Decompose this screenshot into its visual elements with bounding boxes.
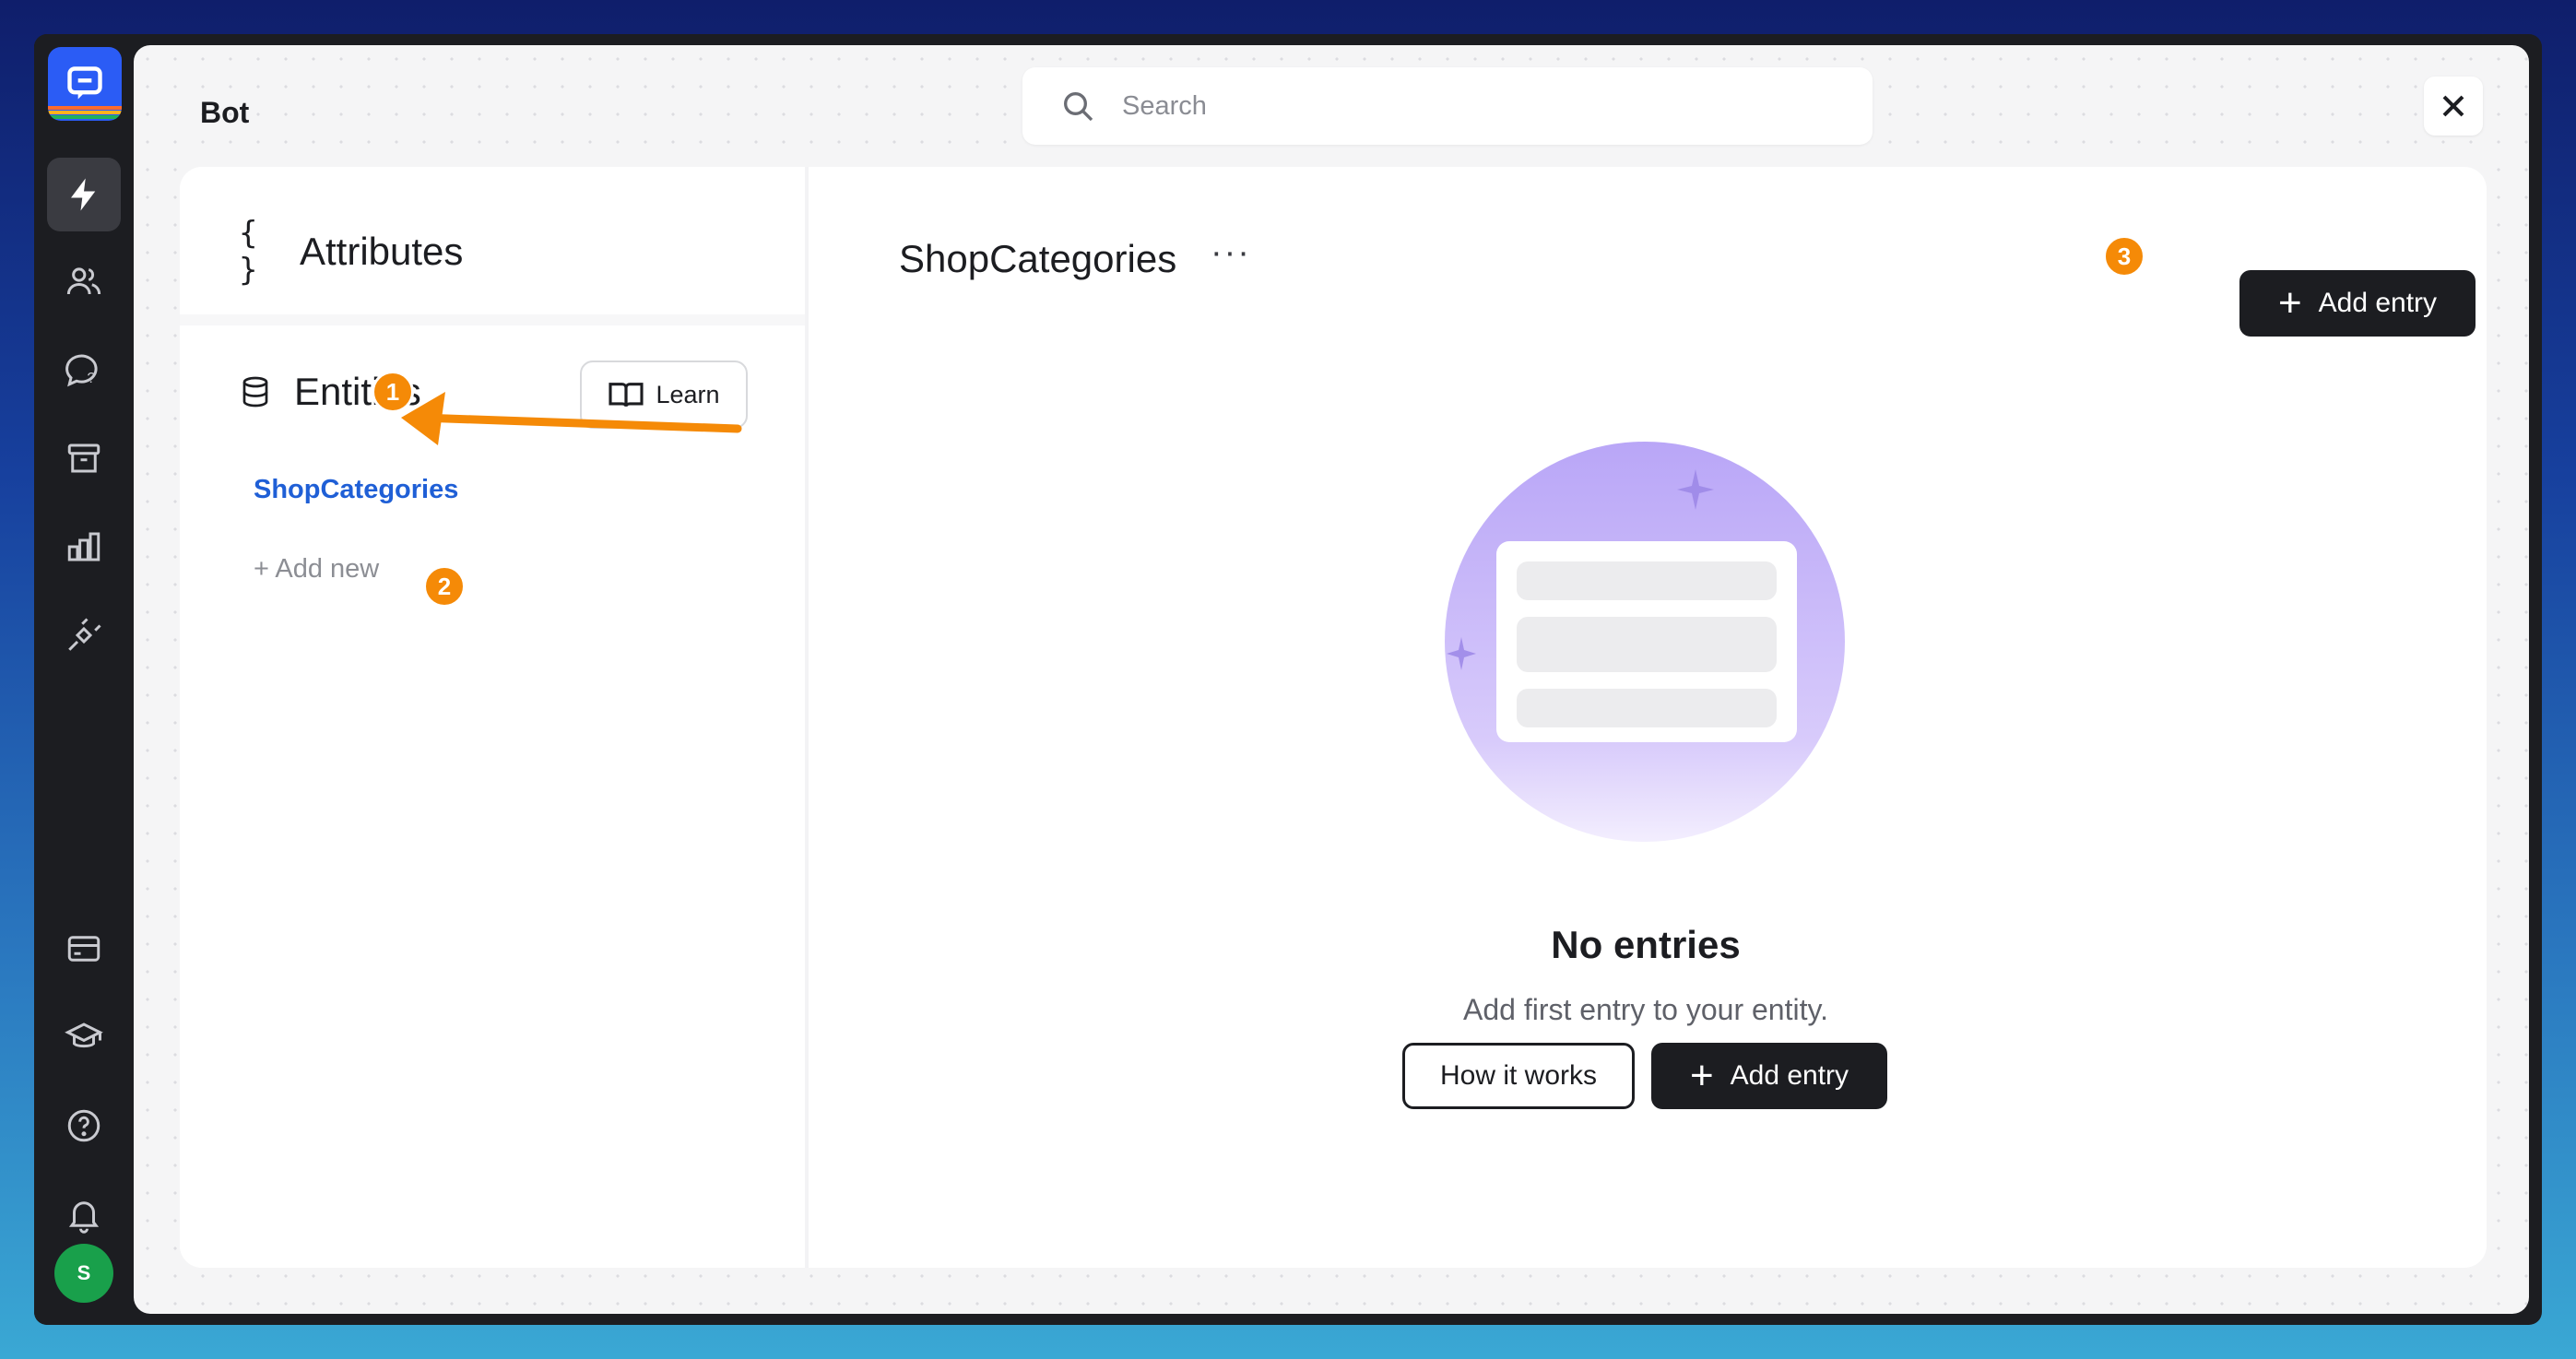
plus-icon: + [2277, 280, 2302, 325]
search-input[interactable] [1120, 89, 1825, 123]
automation-icon[interactable] [47, 158, 121, 231]
close-icon [2442, 95, 2464, 117]
icon-rail: ? S [34, 34, 134, 1325]
how-it-works-button[interactable]: How it works [1402, 1043, 1635, 1109]
archives-icon[interactable] [47, 421, 121, 495]
annotation-badge-2: 2 [423, 565, 466, 608]
learn-button[interactable]: Learn [580, 360, 748, 429]
empty-state-subtitle: Add first entry to your entity. [1462, 993, 1828, 1026]
chats-icon[interactable]: ? [47, 333, 121, 407]
database-icon [242, 376, 268, 408]
plus-icon: + [1689, 1053, 1714, 1098]
billing-icon[interactable] [47, 912, 121, 986]
book-icon [609, 383, 644, 407]
integrations-icon[interactable] [47, 598, 121, 672]
entity-item-shopcategories[interactable]: ShopCategories [254, 475, 458, 505]
chat-logo-icon [67, 66, 102, 100]
annotation-badge-1: 1 [372, 371, 414, 413]
notifications-icon[interactable] [47, 1177, 121, 1251]
annotation-badge-3: 3 [2103, 235, 2145, 278]
entity-title: ShopCategories [899, 237, 1177, 280]
app-logo[interactable] [48, 47, 122, 121]
app-window: ? S Bot Search {} Attributes Entities L… [34, 34, 2542, 1325]
reports-icon[interactable] [47, 510, 121, 584]
user-avatar[interactable]: S [54, 1244, 113, 1303]
add-new-entity-link[interactable]: + Add new [254, 554, 379, 585]
add-entry-button[interactable]: + Add entry [2239, 270, 2476, 337]
search-icon [1064, 92, 1093, 122]
left-sidebar: { } Attributes Entities Learn ShopCatego… [180, 167, 809, 1268]
more-options-icon[interactable]: ··· [1211, 233, 1251, 273]
add-entry-label-secondary: Add entry [1730, 1060, 1849, 1091]
content-panel: { } Attributes Entities Learn ShopCatego… [180, 167, 2487, 1268]
customers-icon[interactable] [47, 244, 121, 318]
help-icon[interactable] [47, 1089, 121, 1163]
attributes-label: Attributes [300, 230, 464, 273]
close-button[interactable] [2424, 77, 2483, 136]
empty-state-illustration [1445, 442, 1845, 842]
add-entry-button-secondary[interactable]: + Add entry [1651, 1043, 1887, 1109]
search-bar[interactable] [1022, 67, 1873, 145]
page-title: Bot [200, 96, 250, 129]
main-stage: Bot { } Attributes Entities [134, 45, 2529, 1314]
learn-label: Learn [656, 380, 720, 408]
add-entry-label: Add entry [2318, 288, 2438, 318]
academy-icon[interactable] [47, 1000, 121, 1074]
attributes-section[interactable]: { } Attributes [239, 215, 463, 289]
svg-text:?: ? [88, 371, 96, 386]
braces-icon: { } [239, 215, 258, 289]
section-divider [180, 314, 805, 325]
empty-state-title: No entries [1551, 923, 1741, 966]
